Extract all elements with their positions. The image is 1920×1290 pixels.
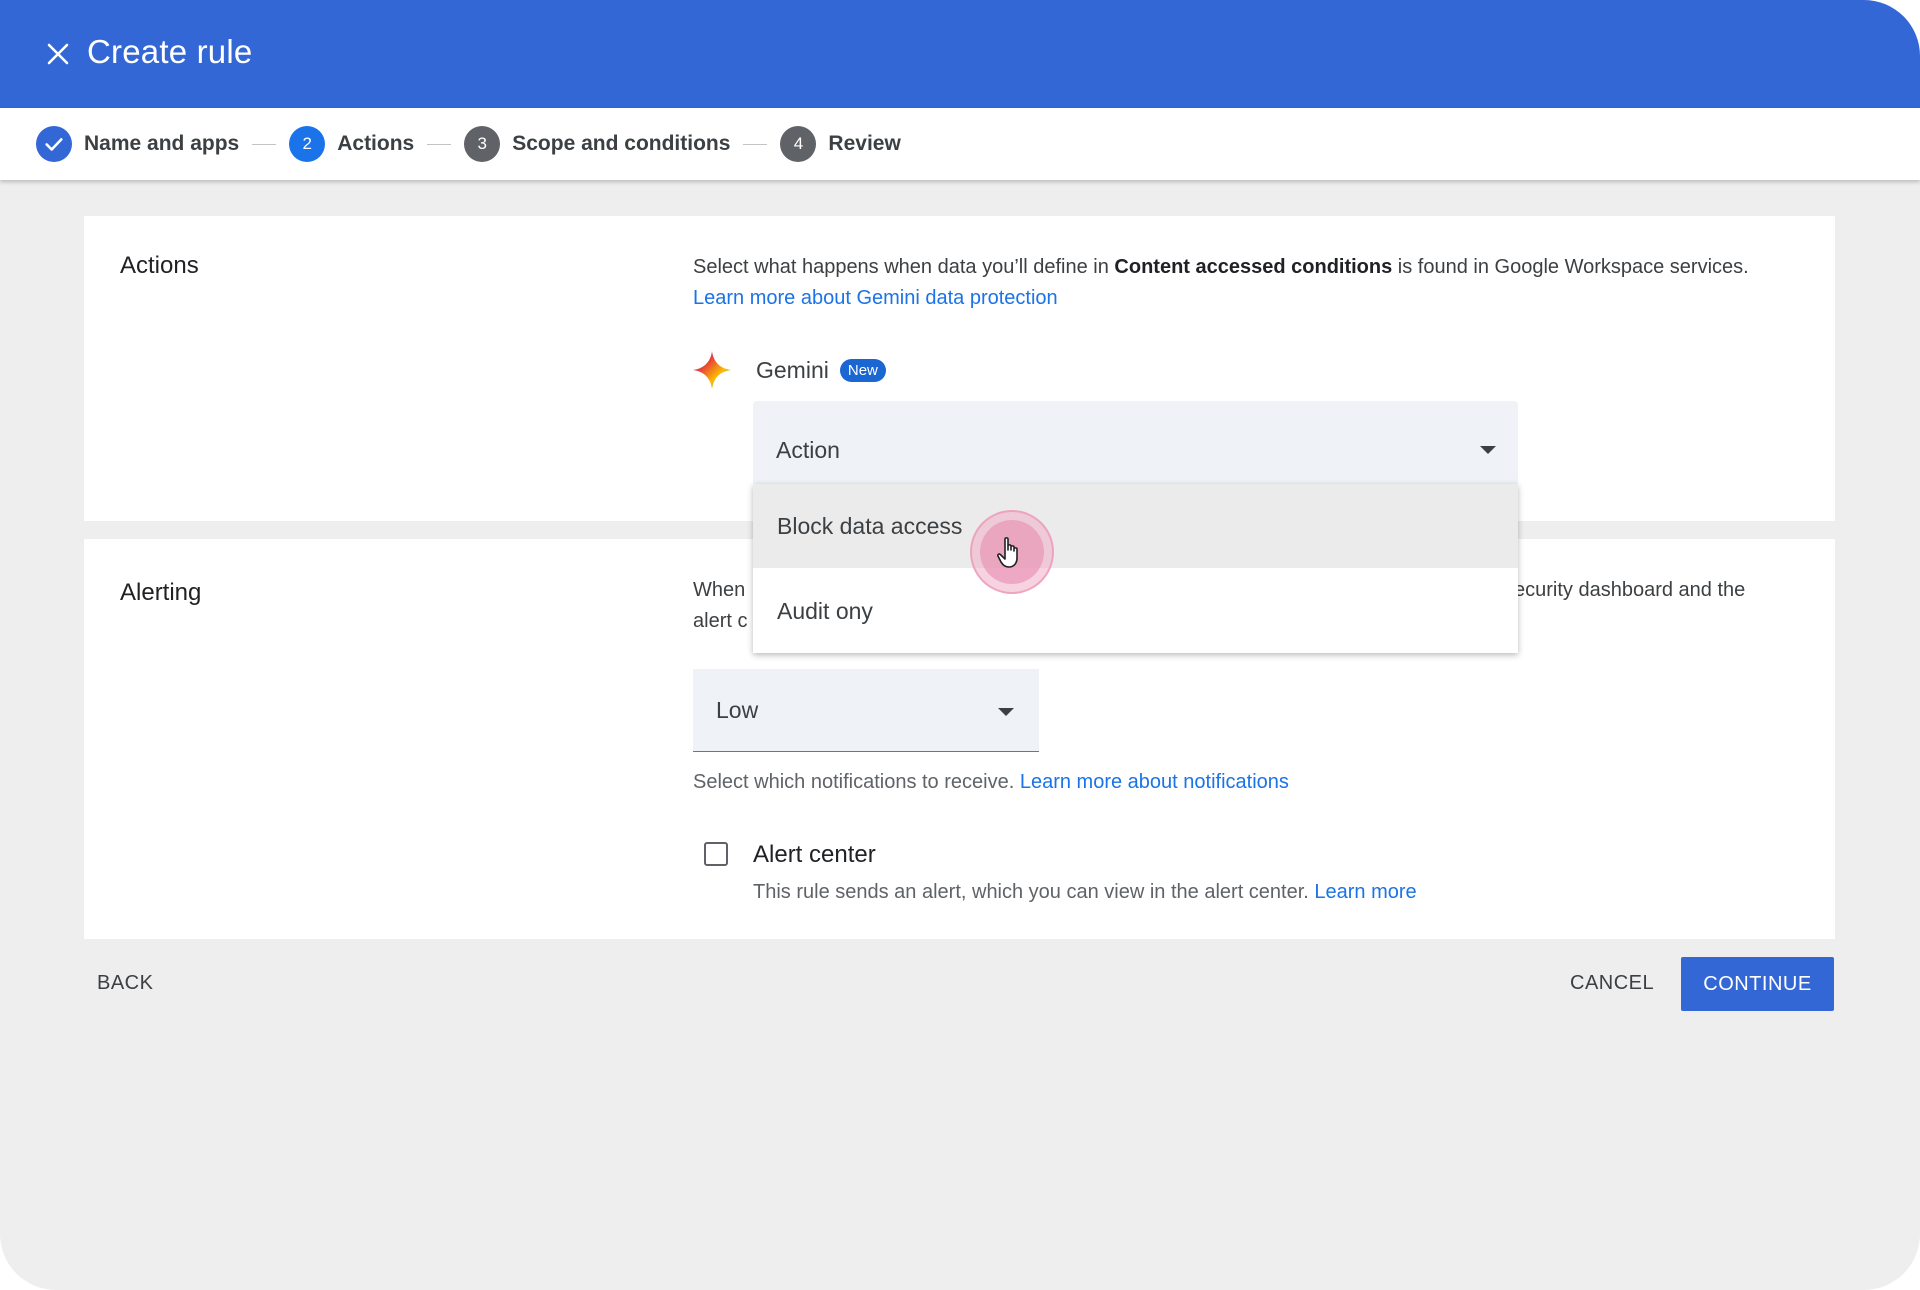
description-bold-text: Content accessed conditions — [1114, 256, 1393, 278]
step-separator — [427, 143, 452, 145]
step-separator — [252, 143, 277, 145]
step-review[interactable]: 4 Review — [780, 126, 901, 162]
option-label: Block data access — [777, 512, 963, 539]
step-separator — [743, 143, 768, 145]
option-audit-only[interactable]: Audit ony — [753, 569, 1518, 653]
alert-center-label: Alert center — [753, 841, 876, 868]
header-bar: Create rule — [0, 0, 1920, 108]
step-number: 2 — [289, 126, 326, 162]
actions-card: Actions Select what happens when data yo… — [84, 216, 1835, 521]
alert-center-help: This rule sends an alert, which you can … — [753, 881, 1417, 904]
description-line: When — [693, 579, 746, 601]
actions-description: Select what happens when data you’ll def… — [693, 252, 1783, 314]
gemini-data-protection-link[interactable]: Learn more about Gemini data protection — [693, 287, 1058, 309]
step-label: Name and apps — [84, 132, 240, 155]
new-badge: New — [839, 358, 886, 382]
notifications-text: Select which notifications to receive. L… — [693, 771, 1289, 794]
alerting-description-left: When alert c — [693, 575, 747, 637]
description-text: Select what happens when data you’ll def… — [693, 256, 1115, 278]
action-dropdown-menu: Block data access Audit ony — [753, 484, 1518, 653]
action-select-value: Action — [776, 436, 840, 463]
step-actions[interactable]: 2 Actions — [289, 126, 414, 162]
stepper: Name and apps 2 Actions 3 Scope and cond… — [0, 108, 1920, 180]
gemini-label: Gemini — [756, 356, 829, 383]
continue-button[interactable]: CONTINUE — [1681, 957, 1834, 1011]
step-number: 3 — [464, 126, 501, 162]
step-number: 4 — [780, 126, 817, 162]
checkmark-icon — [45, 138, 63, 151]
option-block-data-access[interactable]: Block data access — [753, 484, 1518, 568]
alert-center-checkbox[interactable] — [704, 842, 728, 866]
alerting-description-right: ecurity dashboard and the — [1514, 579, 1746, 601]
dropdown-arrow-icon — [998, 708, 1014, 716]
alert-center-help-text: This rule sends an alert, which you can … — [753, 881, 1315, 903]
cancel-button[interactable]: CANCEL — [1570, 972, 1654, 995]
option-label: Audit ony — [777, 597, 873, 624]
close-button[interactable] — [38, 34, 78, 74]
severity-select-value: Low — [716, 696, 759, 723]
alert-center-learn-more-link[interactable]: Learn more — [1314, 881, 1416, 903]
description-text: is found in Google Workspace services. — [1392, 256, 1749, 278]
gemini-sparkle-icon — [693, 351, 731, 389]
description-line: alert c — [693, 610, 748, 632]
create-rule-dialog: Create rule Name and apps 2 Actions 3 Sc… — [0, 0, 1920, 1290]
close-icon — [47, 43, 69, 65]
step-complete-icon — [36, 126, 72, 162]
actions-title: Actions — [120, 252, 199, 279]
notifications-label: Select which notifications to receive. — [693, 771, 1020, 793]
page-title: Create rule — [87, 33, 253, 70]
notifications-learn-more-link[interactable]: Learn more about notifications — [1020, 771, 1289, 793]
step-label: Scope and conditions — [512, 132, 731, 155]
step-name-and-apps[interactable]: Name and apps — [36, 126, 239, 162]
step-label: Review — [828, 132, 901, 155]
hand-pointer-icon — [997, 537, 1018, 568]
dropdown-arrow-icon — [1480, 446, 1496, 454]
alerting-title: Alerting — [120, 579, 202, 606]
step-label: Actions — [337, 132, 415, 155]
gemini-row: Gemini New — [692, 350, 886, 390]
back-button[interactable]: BACK — [97, 972, 153, 995]
severity-select[interactable]: Low — [693, 669, 1039, 752]
step-scope-and-conditions[interactable]: 3 Scope and conditions — [464, 126, 730, 162]
